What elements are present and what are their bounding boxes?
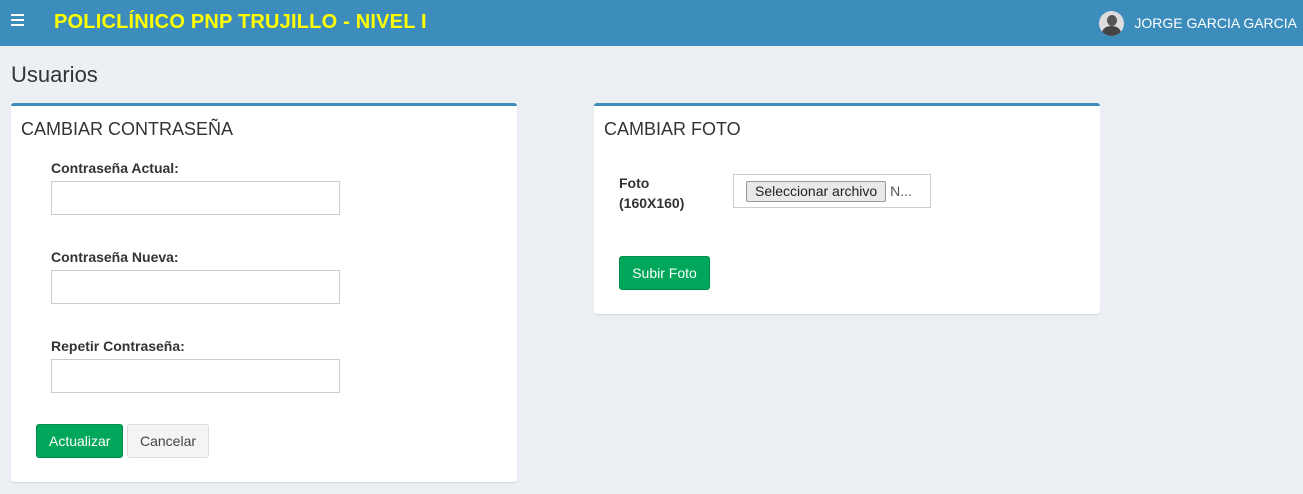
repeat-password-label: Repetir Contraseña:	[51, 338, 185, 354]
cancel-button[interactable]: Cancelar	[127, 424, 209, 458]
current-password-input[interactable]	[51, 181, 340, 215]
file-status-text: N...	[890, 183, 912, 199]
photo-label: Foto	[619, 175, 650, 191]
change-password-panel: CAMBIAR CONTRASEÑA Contraseña Actual: Co…	[11, 103, 517, 482]
photo-size-label: (160X160)	[619, 195, 685, 211]
choose-file-button[interactable]: Seleccionar archivo	[746, 180, 887, 202]
app-brand[interactable]: POLICLÍNICO PNP TRUJILLO - NIVEL I	[54, 11, 427, 34]
top-navbar: POLICLÍNICO PNP TRUJILLO - NIVEL I JORGE…	[0, 0, 1303, 46]
new-password-input[interactable]	[51, 270, 340, 304]
user-name: JORGE GARCIA GARCIA	[1134, 15, 1297, 31]
change-photo-title: CAMBIAR FOTO	[604, 119, 741, 139]
new-password-label: Contraseña Nueva:	[51, 249, 179, 265]
user-avatar-icon	[1099, 10, 1125, 36]
upload-photo-button[interactable]: Subir Foto	[619, 256, 710, 290]
hamburger-menu-icon[interactable]	[11, 14, 24, 26]
current-password-label: Contraseña Actual:	[51, 160, 179, 176]
photo-file-input[interactable]: Seleccionar archivo N...	[733, 174, 931, 208]
change-photo-panel: CAMBIAR FOTO Foto (160X160) Seleccionar …	[594, 103, 1100, 314]
update-button[interactable]: Actualizar	[36, 424, 123, 458]
change-password-title: CAMBIAR CONTRASEÑA	[21, 119, 234, 139]
repeat-password-input[interactable]	[51, 359, 340, 393]
page-title: Usuarios	[11, 62, 98, 87]
user-menu[interactable]: JORGE GARCIA GARCIA	[1099, 10, 1297, 36]
